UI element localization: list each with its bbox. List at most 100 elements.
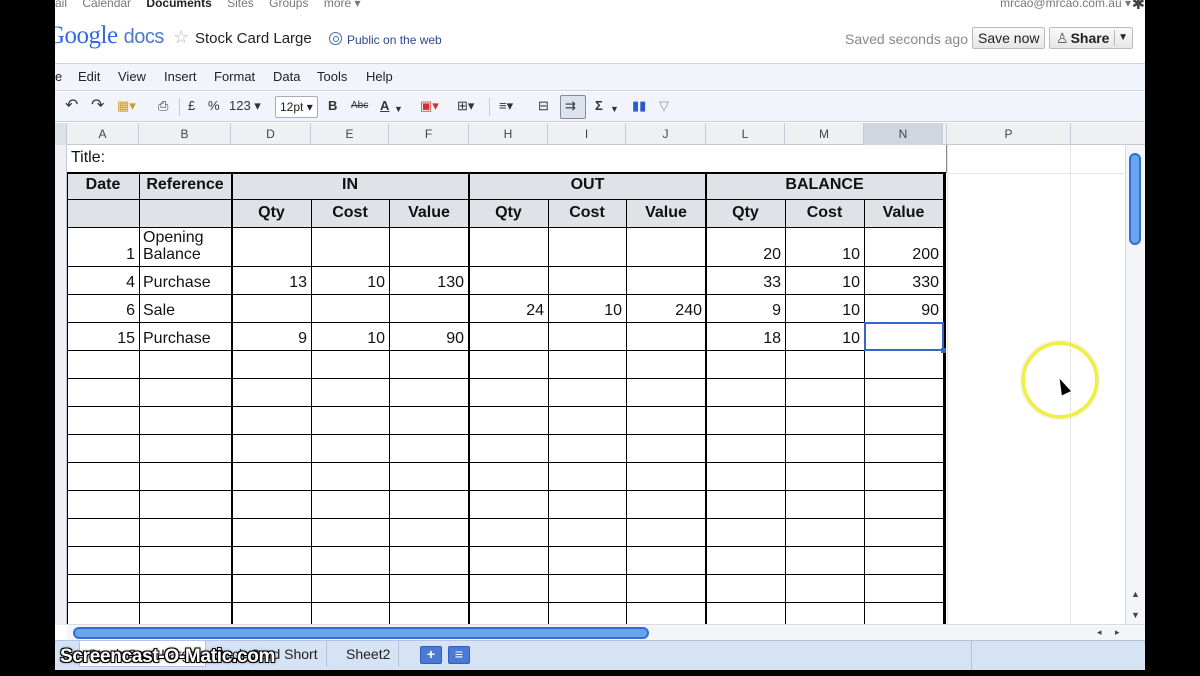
chevron-down-icon[interactable]: ▼ — [610, 101, 619, 117]
column-header[interactable]: H — [469, 123, 548, 145]
menu-help[interactable]: Help — [366, 69, 393, 84]
cell-out-cost[interactable]: 10 — [548, 302, 622, 320]
header-date[interactable]: Date — [67, 176, 139, 194]
chevron-down-icon[interactable]: ▼ — [1118, 28, 1128, 48]
header-out[interactable]: OUT — [469, 176, 706, 194]
column-header[interactable]: E — [311, 123, 389, 145]
cell-bal-qty[interactable]: 9 — [706, 302, 781, 320]
share-button[interactable]: ♙ Share ▼ — [1049, 27, 1133, 49]
merge-cells-icon[interactable]: ⊟ — [538, 98, 549, 114]
cell-bal-qty[interactable]: 20 — [706, 246, 781, 264]
row-gutter[interactable] — [55, 145, 67, 625]
header-out-cost[interactable]: Cost — [548, 204, 626, 222]
column-header[interactable]: F — [389, 123, 469, 145]
cell-in-qty[interactable]: 9 — [232, 330, 307, 348]
horizontal-scrollbar[interactable]: ◂ ▸ — [67, 624, 1145, 640]
header-in-cost[interactable]: Cost — [311, 204, 389, 222]
header-reference[interactable]: Reference — [139, 176, 231, 194]
column-header[interactable]: B — [139, 123, 231, 145]
cell-out-qty[interactable]: 24 — [469, 302, 544, 320]
scroll-right-icon[interactable]: ▸ — [1115, 627, 1120, 638]
cell-reference[interactable]: Opening — [143, 229, 204, 247]
header-out-qty[interactable]: Qty — [469, 204, 548, 222]
redo-icon[interactable]: ↷ — [91, 98, 104, 114]
strikethrough-button[interactable]: Abc — [351, 98, 368, 114]
cell-bal-qty[interactable]: 18 — [706, 330, 781, 348]
menu-tools[interactable]: Tools — [317, 69, 347, 84]
cell-out-value[interactable]: 240 — [626, 302, 702, 320]
column-header[interactable]: L — [706, 123, 785, 145]
column-header[interactable]: P — [947, 123, 1071, 145]
account-menu[interactable]: mrcao@mrcao.com.au ▾ — [1000, 0, 1131, 10]
cell-bal-cost[interactable]: 10 — [785, 302, 860, 320]
document-title[interactable]: Stock Card Large — [195, 30, 312, 47]
gbar-link-groups[interactable]: Groups — [269, 0, 308, 10]
tab-sheet2[interactable]: Sheet2 — [338, 641, 400, 667]
menu-data[interactable]: Data — [273, 69, 300, 84]
sheet-list-button[interactable]: ≡ — [448, 646, 470, 664]
menu-edit[interactable]: Edit — [78, 69, 100, 84]
cell-reference[interactable]: Sale — [143, 302, 175, 320]
cell-bal-cost[interactable]: 10 — [785, 246, 860, 264]
filter-icon[interactable]: ▽ — [659, 98, 669, 114]
percent-format-button[interactable]: % — [208, 98, 220, 114]
cell-reference[interactable]: Purchase — [143, 274, 211, 292]
google-docs-logo[interactable]: Google docs — [55, 22, 164, 50]
cell-in-qty[interactable]: 13 — [232, 274, 307, 292]
cell-in-cost[interactable]: 10 — [311, 330, 385, 348]
chevron-down-icon[interactable]: ▼ — [394, 101, 403, 117]
vertical-scroll-thumb[interactable] — [1129, 153, 1141, 245]
column-header[interactable]: D — [231, 123, 311, 145]
print-icon[interactable]: ⎙ — [158, 98, 168, 114]
column-header[interactable]: I — [548, 123, 626, 145]
selected-cell[interactable] — [864, 322, 946, 353]
header-out-value[interactable]: Value — [626, 204, 706, 222]
gbar-link-sites[interactable]: Sites — [227, 0, 254, 10]
borders-icon[interactable]: ⊞▾ — [457, 98, 474, 114]
cell-bal-value[interactable]: 90 — [864, 302, 939, 320]
cell-bal-cost[interactable]: 10 — [785, 330, 860, 348]
vertical-scrollbar[interactable]: ▲ ▼ — [1125, 145, 1145, 625]
header-balance[interactable]: BALANCE — [706, 176, 943, 194]
cell-date[interactable]: 15 — [67, 330, 135, 348]
menu-file[interactable]: e — [55, 69, 62, 84]
cell-in-cost[interactable]: 10 — [311, 274, 385, 292]
select-all-corner[interactable] — [55, 123, 67, 145]
paint-format-icon[interactable]: ▦▾ — [117, 98, 136, 114]
header-bal-value[interactable]: Value — [864, 204, 943, 222]
align-icon[interactable]: ≡▾ — [499, 98, 513, 114]
header-in-value[interactable]: Value — [389, 204, 469, 222]
header-in[interactable]: IN — [231, 176, 469, 194]
title-label[interactable]: Title: — [71, 149, 105, 167]
cell-reference-line2[interactable]: Balance — [143, 246, 201, 264]
save-now-button[interactable]: Save now — [972, 27, 1046, 49]
cell-bal-value[interactable]: 330 — [864, 274, 939, 292]
cell-date[interactable]: 1 — [67, 246, 135, 264]
header-in-qty[interactable]: Qty — [232, 204, 311, 222]
column-header[interactable]: J — [626, 123, 706, 145]
cell-bal-cost[interactable]: 10 — [785, 274, 860, 292]
header-bal-cost[interactable]: Cost — [785, 204, 864, 222]
cell-in-value[interactable]: 130 — [389, 274, 464, 292]
horizontal-scroll-thumb[interactable] — [73, 627, 649, 639]
scroll-down-icon[interactable]: ▼ — [1131, 610, 1140, 620]
column-header[interactable]: N — [864, 123, 943, 145]
gear-icon[interactable]: ✱ — [1132, 0, 1145, 14]
sheet-grid[interactable]: Title: Date Reference IN OUT BALANCE Qty… — [67, 145, 1125, 625]
bold-button[interactable]: B — [328, 98, 337, 114]
header-bal-qty[interactable]: Qty — [706, 204, 785, 222]
cell-bal-qty[interactable]: 33 — [706, 274, 781, 292]
cell-reference[interactable]: Purchase — [143, 330, 211, 348]
cell-date[interactable]: 4 — [67, 274, 135, 292]
gbar-link-calendar[interactable]: Calendar — [82, 0, 131, 10]
column-header[interactable]: M — [785, 123, 864, 145]
visibility-link[interactable]: Public on the web — [347, 33, 442, 47]
font-size-dropdown[interactable]: 12pt ▾ — [275, 96, 318, 118]
cell-in-value[interactable]: 90 — [389, 330, 464, 348]
menu-format[interactable]: Format — [214, 69, 255, 84]
currency-format-button[interactable]: £ — [188, 98, 195, 114]
fill-color-icon[interactable]: ▣▾ — [420, 98, 439, 114]
cell-bal-value[interactable]: 200 — [864, 246, 939, 264]
functions-button[interactable]: Σ — [595, 98, 603, 114]
gbar-link-documents[interactable]: Documents — [146, 0, 211, 10]
